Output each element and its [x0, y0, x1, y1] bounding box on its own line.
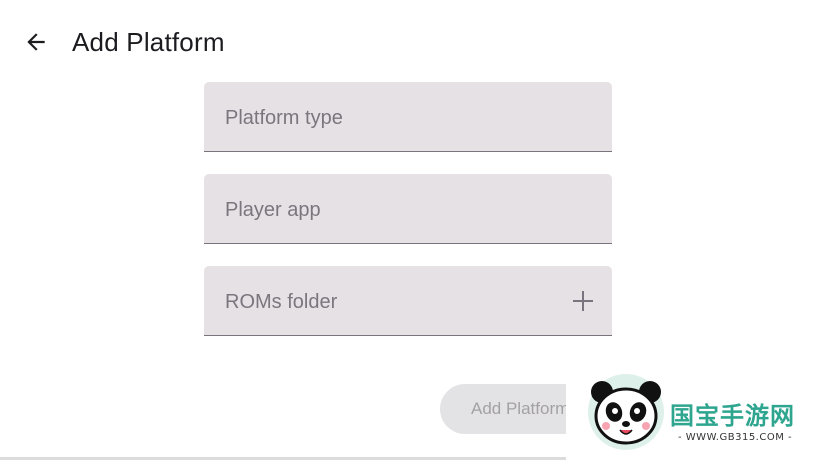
panda-logo-icon — [588, 374, 664, 450]
arrow-left-icon — [27, 33, 45, 51]
platform-type-field[interactable]: Platform type — [204, 82, 612, 152]
top-app-bar: Add Platform — [0, 0, 817, 84]
plus-icon — [573, 291, 593, 311]
player-app-label: Player app — [225, 199, 321, 221]
back-button[interactable] — [18, 24, 54, 60]
add-folder-button[interactable] — [568, 286, 598, 316]
platform-type-label: Platform type — [225, 107, 343, 129]
add-platform-screen: Add Platform Platform type Player app RO… — [0, 0, 817, 460]
player-app-field[interactable]: Player app — [204, 174, 612, 244]
page-title: Add Platform — [72, 27, 225, 57]
watermark: 国宝手游网 - WWW.GB315.COM - — [566, 366, 817, 460]
watermark-url: - WWW.GB315.COM - — [678, 432, 793, 443]
roms-folder-label: ROMs folder — [225, 291, 338, 313]
watermark-text: 国宝手游网 — [670, 402, 795, 430]
roms-folder-field[interactable]: ROMs folder — [204, 266, 612, 336]
